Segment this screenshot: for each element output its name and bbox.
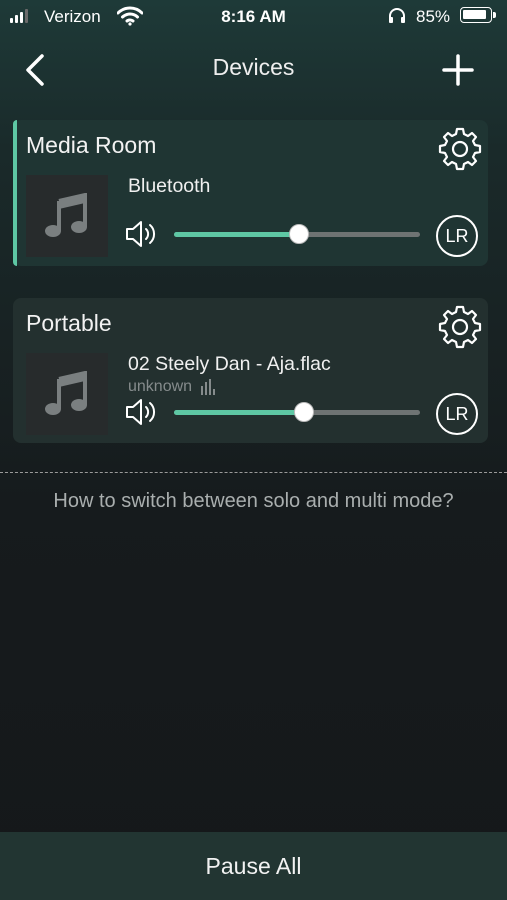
volume-slider-handle[interactable] xyxy=(289,224,310,244)
add-device-button[interactable] xyxy=(440,52,476,88)
volume-slider[interactable] xyxy=(174,224,420,244)
status-bar: Verizon 8:16 AM 85% xyxy=(0,0,507,34)
channel-lr-button[interactable]: LR xyxy=(436,215,478,257)
navigation-bar: Devices xyxy=(0,34,507,100)
volume-slider-handle[interactable] xyxy=(294,402,315,422)
battery-icon xyxy=(460,7,496,23)
section-divider xyxy=(0,472,507,473)
headphones-icon xyxy=(389,8,405,23)
device-card[interactable]: Portable 02 Steely Dan - Aja.flac unknow… xyxy=(13,298,488,443)
source-label: Bluetooth xyxy=(128,175,211,197)
volume-slider[interactable] xyxy=(174,402,420,422)
device-name: Portable xyxy=(26,310,112,336)
track-title: 02 Steely Dan - Aja.flac xyxy=(128,353,331,375)
device-card[interactable]: Media Room Bluetooth LR xyxy=(13,120,488,266)
album-art xyxy=(26,175,108,257)
settings-gear-icon[interactable] xyxy=(436,303,484,351)
equalizer-icon xyxy=(201,379,216,395)
volume-slider-fill xyxy=(174,232,300,237)
help-link[interactable]: How to switch between solo and multi mod… xyxy=(0,490,507,513)
album-art xyxy=(26,353,108,435)
music-note-icon xyxy=(45,371,87,415)
artist-label: unknown xyxy=(128,378,193,395)
device-name: Media Room xyxy=(26,132,157,158)
pause-all-button[interactable]: Pause All xyxy=(0,832,507,900)
music-note-icon xyxy=(45,193,87,237)
track-subtitle: unknown xyxy=(128,378,216,396)
volume-slider-fill xyxy=(174,410,305,415)
back-button[interactable] xyxy=(20,50,50,90)
page-title: Devices xyxy=(212,54,295,80)
channel-lr-button[interactable]: LR xyxy=(436,393,478,435)
speaker-volume-icon[interactable] xyxy=(125,398,159,426)
settings-gear-icon[interactable] xyxy=(436,125,484,173)
battery-percent: 85% xyxy=(416,7,451,26)
speaker-volume-icon[interactable] xyxy=(125,220,159,248)
